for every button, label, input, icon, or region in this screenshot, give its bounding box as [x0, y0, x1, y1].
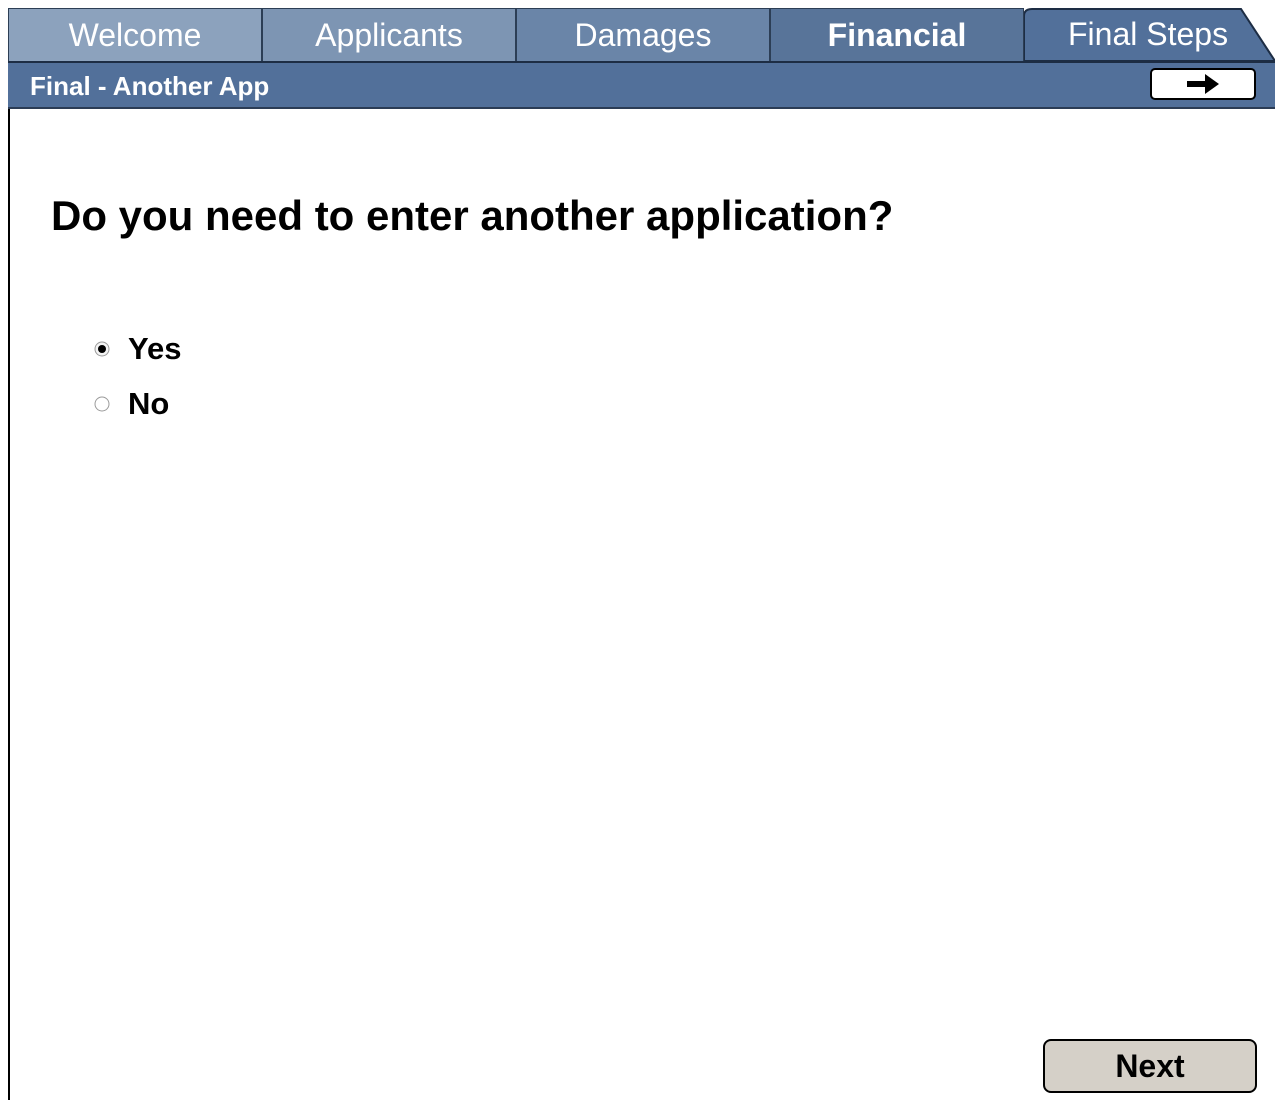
question-heading: Do you need to enter another application… [51, 192, 894, 239]
tab-financial[interactable]: Financial [770, 8, 1024, 61]
forward-button[interactable] [1150, 68, 1256, 100]
section-header: Final - Another App [8, 61, 1275, 109]
tab-damages[interactable]: Damages [516, 8, 770, 61]
right-arrow-icon [1187, 74, 1219, 94]
section-title: Final - Another App [30, 71, 270, 101]
next-button[interactable]: Next [1043, 1039, 1257, 1093]
radio-selected-icon[interactable] [94, 341, 110, 357]
tab-welcome[interactable]: Welcome [8, 8, 262, 61]
page-frame [8, 8, 1275, 1100]
option-yes-label: Yes [128, 331, 182, 366]
option-no-label: No [128, 386, 170, 421]
radio-unselected-icon[interactable] [94, 396, 110, 412]
option-yes[interactable]: Yes [94, 331, 181, 367]
option-no[interactable]: No [94, 386, 169, 422]
tab-final-steps-label: Final Steps [1068, 16, 1229, 52]
tab-final-steps[interactable]: Final Steps [1024, 8, 1275, 61]
tab-applicants[interactable]: Applicants [262, 8, 516, 61]
tab-bar: Welcome Applicants Damages Financial Fin… [8, 8, 1275, 61]
